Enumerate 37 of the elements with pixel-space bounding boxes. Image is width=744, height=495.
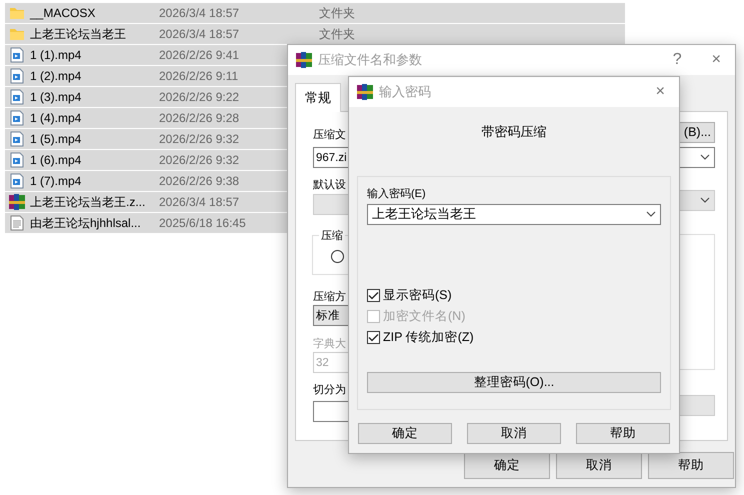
file-name: 上老王论坛当老王	[30, 26, 127, 43]
field-label: 输入密码(E)	[367, 186, 427, 200]
field-label: 压缩方	[313, 290, 346, 304]
file-name: 1 (6).mp4	[30, 152, 82, 169]
file-name: 1 (5).mp4	[30, 131, 82, 148]
field-label: 默认设	[313, 178, 346, 192]
file-name: __MACOSX	[30, 5, 96, 22]
checkbox-label: 加密文件名(N)	[383, 308, 466, 325]
file-date: 2025/6/18 16:45	[159, 215, 247, 232]
window-title: 压缩文件名和参数	[318, 51, 422, 70]
dialog-heading: 带密码压缩	[480, 123, 548, 141]
file-date: 2026/2/26 9:41	[159, 47, 240, 64]
field-label: 压缩文	[313, 128, 346, 142]
field-label: 字典大	[313, 336, 346, 350]
checkbox-label: 显示密码(S)	[383, 286, 452, 304]
file-name: 1 (4).mp4	[30, 110, 82, 127]
checkbox-label: ZIP 传统加密(Z)	[383, 328, 474, 346]
window-title: 输入密码	[379, 83, 431, 102]
file-date: 2026/2/26 9:11	[159, 68, 240, 85]
file-date: 2026/2/26 9:28	[159, 110, 240, 127]
group-label: 压缩	[319, 228, 345, 242]
file-type: 文件夹	[319, 5, 355, 22]
file-name: 1 (7).mp4	[30, 173, 82, 190]
file-date: 2026/2/26 9:32	[159, 131, 240, 148]
file-name: 由老王论坛hjhhlsal...	[30, 215, 142, 232]
file-type: 文件夹	[319, 26, 355, 43]
file-date: 2026/3/4 18:57	[159, 5, 240, 22]
file-name: 1 (2).mp4	[30, 68, 82, 85]
file-date: 2026/2/26 9:38	[159, 173, 240, 190]
file-date: 2026/2/26 9:32	[159, 152, 240, 169]
file-name: 上老王论坛当老王.z...	[30, 194, 146, 211]
file-name: 1 (1).mp4	[30, 47, 82, 64]
file-date: 2026/3/4 18:57	[159, 194, 240, 211]
file-name: 1 (3).mp4	[30, 89, 82, 106]
field-label: 切分为	[313, 382, 346, 396]
file-date: 2026/2/26 9:22	[159, 89, 240, 106]
file-date: 2026/3/4 18:57	[159, 26, 240, 43]
